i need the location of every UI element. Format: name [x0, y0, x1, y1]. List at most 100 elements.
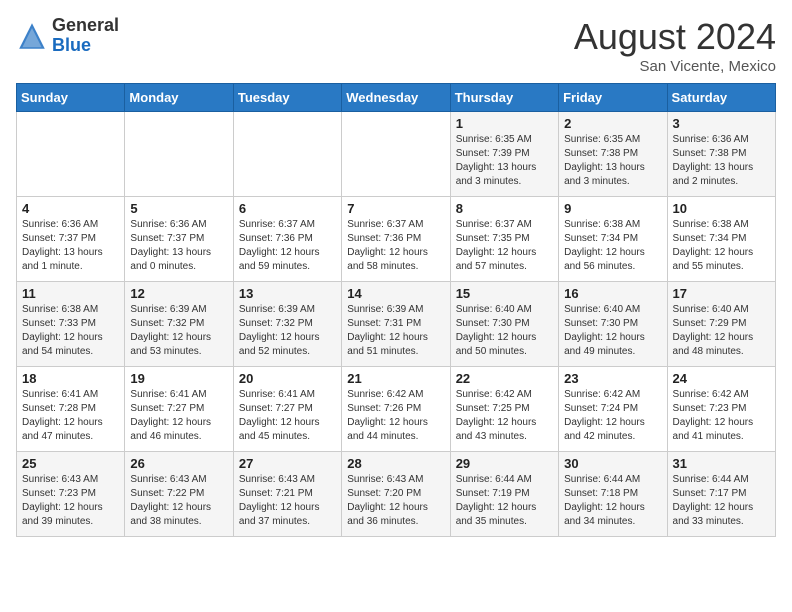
col-header-friday: Friday — [559, 84, 667, 112]
day-number: 28 — [347, 456, 444, 471]
col-header-thursday: Thursday — [450, 84, 558, 112]
day-detail: Sunrise: 6:36 AM Sunset: 7:37 PM Dayligh… — [130, 218, 227, 274]
day-number: 21 — [347, 371, 444, 386]
calendar-cell: 30 Sunrise: 6:44 AM Sunset: 7:18 PM Dayli… — [559, 452, 667, 537]
calendar-cell: 21 Sunrise: 6:42 AM Sunset: 7:26 PM Dayli… — [342, 367, 450, 452]
day-number: 8 — [456, 201, 553, 216]
day-number: 7 — [347, 201, 444, 216]
day-number: 20 — [239, 371, 336, 386]
calendar-cell — [17, 112, 125, 197]
calendar-cell: 2 Sunrise: 6:35 AM Sunset: 7:38 PM Daylig… — [559, 112, 667, 197]
calendar-cell: 22 Sunrise: 6:42 AM Sunset: 7:25 PM Dayli… — [450, 367, 558, 452]
calendar-cell: 31 Sunrise: 6:44 AM Sunset: 7:17 PM Dayli… — [667, 452, 775, 537]
calendar-cell: 23 Sunrise: 6:42 AM Sunset: 7:24 PM Dayli… — [559, 367, 667, 452]
calendar-cell: 13Sunrise: 6:39 AM Sunset: 7:32 PM Dayli… — [233, 282, 341, 367]
day-detail: Sunrise: 6:40 AM Sunset: 7:30 PM Dayligh… — [456, 303, 553, 359]
day-detail: Sunrise: 6:42 AM Sunset: 7:26 PM Dayligh… — [347, 388, 444, 444]
calendar-week-5: 25Sunrise: 6:43 AM Sunset: 7:23 PM Dayli… — [17, 452, 776, 537]
day-number: 26 — [130, 456, 227, 471]
day-detail: Sunrise: 6:35 AM Sunset: 7:39 PM Dayligh… — [456, 133, 553, 189]
col-header-monday: Monday — [125, 84, 233, 112]
day-number: 22 — [456, 371, 553, 386]
title-block: August 2024 San Vicente, Mexico — [574, 16, 776, 75]
logo-general: General — [52, 15, 119, 35]
day-detail: Sunrise: 6:43 AM Sunset: 7:21 PM Dayligh… — [239, 473, 336, 529]
day-number: 11 — [22, 286, 119, 301]
calendar-cell: 18Sunrise: 6:41 AM Sunset: 7:28 PM Dayli… — [17, 367, 125, 452]
calendar-week-4: 18Sunrise: 6:41 AM Sunset: 7:28 PM Dayli… — [17, 367, 776, 452]
calendar-cell: 7Sunrise: 6:37 AM Sunset: 7:36 PM Daylig… — [342, 197, 450, 282]
calendar-cell: 9Sunrise: 6:38 AM Sunset: 7:34 PM Daylig… — [559, 197, 667, 282]
day-detail: Sunrise: 6:37 AM Sunset: 7:35 PM Dayligh… — [456, 218, 553, 274]
day-detail: Sunrise: 6:38 AM Sunset: 7:33 PM Dayligh… — [22, 303, 119, 359]
day-number: 6 — [239, 201, 336, 216]
calendar-cell: 11 Sunrise: 6:38 AM Sunset: 7:33 PM Dayli… — [17, 282, 125, 367]
calendar-cell: 20Sunrise: 6:41 AM Sunset: 7:27 PM Dayli… — [233, 367, 341, 452]
day-number: 15 — [456, 286, 553, 301]
calendar-cell: 19 Sunrise: 6:41 AM Sunset: 7:27 PM Dayli… — [125, 367, 233, 452]
calendar-week-2: 4 Sunrise: 6:36 AM Sunset: 7:37 PM Daylig… — [17, 197, 776, 282]
calendar-week-3: 11 Sunrise: 6:38 AM Sunset: 7:33 PM Dayli… — [17, 282, 776, 367]
page-header: General Blue August 2024 San Vicente, Me… — [16, 16, 776, 75]
calendar-cell: 17 Sunrise: 6:40 AM Sunset: 7:29 PM Dayli… — [667, 282, 775, 367]
calendar-header-row: SundayMondayTuesdayWednesdayThursdayFrid… — [17, 84, 776, 112]
day-detail: Sunrise: 6:41 AM Sunset: 7:27 PM Dayligh… — [130, 388, 227, 444]
calendar-cell: 1Sunrise: 6:35 AM Sunset: 7:39 PM Daylig… — [450, 112, 558, 197]
calendar-table: SundayMondayTuesdayWednesdayThursdayFrid… — [16, 83, 776, 537]
col-header-sunday: Sunday — [17, 84, 125, 112]
logo-text: General Blue — [52, 16, 119, 56]
logo-blue: Blue — [52, 35, 91, 55]
day-number: 31 — [673, 456, 770, 471]
day-detail: Sunrise: 6:39 AM Sunset: 7:32 PM Dayligh… — [130, 303, 227, 359]
day-number: 27 — [239, 456, 336, 471]
calendar-cell: 12 Sunrise: 6:39 AM Sunset: 7:32 PM Dayli… — [125, 282, 233, 367]
calendar-cell: 3 Sunrise: 6:36 AM Sunset: 7:38 PM Daylig… — [667, 112, 775, 197]
day-detail: Sunrise: 6:42 AM Sunset: 7:25 PM Dayligh… — [456, 388, 553, 444]
calendar-cell: 4 Sunrise: 6:36 AM Sunset: 7:37 PM Daylig… — [17, 197, 125, 282]
day-number: 18 — [22, 371, 119, 386]
day-number: 30 — [564, 456, 661, 471]
day-number: 4 — [22, 201, 119, 216]
day-detail: Sunrise: 6:40 AM Sunset: 7:29 PM Dayligh… — [673, 303, 770, 359]
day-detail: Sunrise: 6:36 AM Sunset: 7:37 PM Dayligh… — [22, 218, 119, 274]
calendar-cell: 8 Sunrise: 6:37 AM Sunset: 7:35 PM Daylig… — [450, 197, 558, 282]
month-year: August 2024 — [574, 16, 776, 58]
day-detail: Sunrise: 6:37 AM Sunset: 7:36 PM Dayligh… — [239, 218, 336, 274]
col-header-saturday: Saturday — [667, 84, 775, 112]
calendar-cell: 6 Sunrise: 6:37 AM Sunset: 7:36 PM Daylig… — [233, 197, 341, 282]
day-detail: Sunrise: 6:43 AM Sunset: 7:22 PM Dayligh… — [130, 473, 227, 529]
day-detail: Sunrise: 6:42 AM Sunset: 7:24 PM Dayligh… — [564, 388, 661, 444]
day-detail: Sunrise: 6:36 AM Sunset: 7:38 PM Dayligh… — [673, 133, 770, 189]
day-number: 2 — [564, 116, 661, 131]
day-number: 24 — [673, 371, 770, 386]
day-number: 3 — [673, 116, 770, 131]
day-detail: Sunrise: 6:35 AM Sunset: 7:38 PM Dayligh… — [564, 133, 661, 189]
day-number: 12 — [130, 286, 227, 301]
day-detail: Sunrise: 6:44 AM Sunset: 7:17 PM Dayligh… — [673, 473, 770, 529]
calendar-cell: 28 Sunrise: 6:43 AM Sunset: 7:20 PM Dayli… — [342, 452, 450, 537]
day-detail: Sunrise: 6:44 AM Sunset: 7:19 PM Dayligh… — [456, 473, 553, 529]
calendar-cell: 5 Sunrise: 6:36 AM Sunset: 7:37 PM Daylig… — [125, 197, 233, 282]
day-number: 14 — [347, 286, 444, 301]
calendar-cell: 14 Sunrise: 6:39 AM Sunset: 7:31 PM Dayli… — [342, 282, 450, 367]
day-detail: Sunrise: 6:40 AM Sunset: 7:30 PM Dayligh… — [564, 303, 661, 359]
col-header-tuesday: Tuesday — [233, 84, 341, 112]
col-header-wednesday: Wednesday — [342, 84, 450, 112]
day-number: 9 — [564, 201, 661, 216]
day-number: 25 — [22, 456, 119, 471]
day-detail: Sunrise: 6:43 AM Sunset: 7:20 PM Dayligh… — [347, 473, 444, 529]
calendar-cell: 24Sunrise: 6:42 AM Sunset: 7:23 PM Dayli… — [667, 367, 775, 452]
day-detail: Sunrise: 6:38 AM Sunset: 7:34 PM Dayligh… — [673, 218, 770, 274]
calendar-cell — [125, 112, 233, 197]
logo-icon — [16, 20, 48, 52]
logo: General Blue — [16, 16, 119, 56]
day-number: 17 — [673, 286, 770, 301]
calendar-cell — [342, 112, 450, 197]
day-number: 5 — [130, 201, 227, 216]
calendar-cell: 26 Sunrise: 6:43 AM Sunset: 7:22 PM Dayli… — [125, 452, 233, 537]
day-number: 23 — [564, 371, 661, 386]
day-detail: Sunrise: 6:44 AM Sunset: 7:18 PM Dayligh… — [564, 473, 661, 529]
day-number: 19 — [130, 371, 227, 386]
day-detail: Sunrise: 6:39 AM Sunset: 7:31 PM Dayligh… — [347, 303, 444, 359]
calendar-cell: 25Sunrise: 6:43 AM Sunset: 7:23 PM Dayli… — [17, 452, 125, 537]
